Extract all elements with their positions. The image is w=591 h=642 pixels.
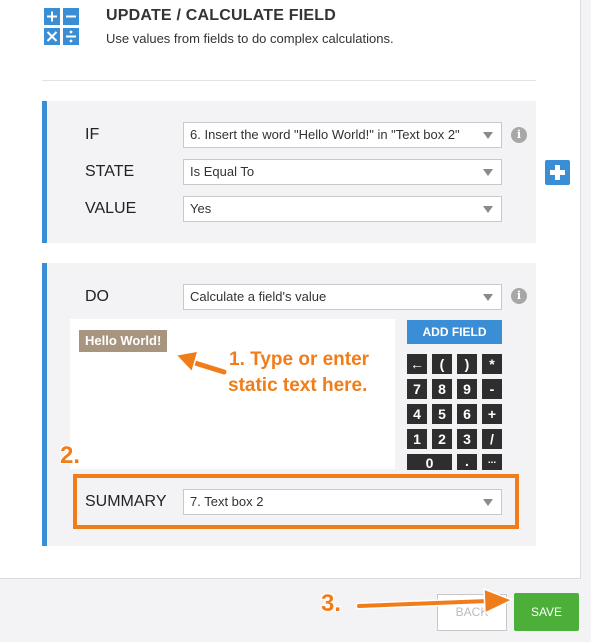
annotation-step3: 3. bbox=[321, 590, 342, 617]
page-title: UPDATE / CALCULATE FIELD bbox=[106, 7, 336, 24]
value-select[interactable]: Yes bbox=[183, 196, 502, 222]
key-6[interactable]: 6 bbox=[457, 404, 477, 424]
add-condition-button[interactable] bbox=[545, 160, 570, 185]
chevron-down-icon bbox=[483, 206, 493, 213]
key-more[interactable]: ... bbox=[482, 454, 502, 470]
key-4[interactable]: 4 bbox=[407, 404, 427, 424]
do-select[interactable]: Calculate a field's value bbox=[183, 284, 502, 310]
if-select[interactable]: 6. Insert the word "Hello World!" in "Te… bbox=[183, 122, 502, 148]
info-icon[interactable]: i bbox=[511, 288, 527, 304]
key-close-paren[interactable]: ) bbox=[457, 354, 477, 374]
add-field-button[interactable]: ADD FIELD bbox=[407, 320, 502, 344]
back-button[interactable]: BACK bbox=[437, 594, 507, 631]
state-label: STATE bbox=[85, 163, 135, 180]
key-7[interactable]: 7 bbox=[407, 379, 427, 399]
chevron-down-icon bbox=[483, 132, 493, 139]
chevron-down-icon bbox=[483, 294, 493, 301]
state-select-value: Is Equal To bbox=[190, 164, 255, 179]
key-divide[interactable]: / bbox=[482, 429, 502, 449]
calculator-icon bbox=[44, 8, 79, 45]
key-1[interactable]: 1 bbox=[407, 429, 427, 449]
info-icon[interactable]: i bbox=[511, 127, 527, 143]
state-select[interactable]: Is Equal To bbox=[183, 159, 502, 185]
page-subtitle: Use values from fields to do complex cal… bbox=[106, 31, 394, 46]
key-open-paren[interactable]: ( bbox=[432, 354, 452, 374]
annotation-step1-line1: 1. Type or enter bbox=[229, 349, 370, 370]
key-minus[interactable]: - bbox=[482, 379, 502, 399]
key-backspace[interactable]: ← bbox=[407, 354, 427, 374]
value-select-value: Yes bbox=[190, 201, 212, 216]
chevron-down-icon bbox=[483, 169, 493, 176]
key-9[interactable]: 9 bbox=[457, 379, 477, 399]
key-5[interactable]: 5 bbox=[432, 404, 452, 424]
key-multiply[interactable]: * bbox=[482, 354, 502, 374]
do-select-value: Calculate a field's value bbox=[190, 289, 327, 304]
static-text-chip[interactable]: Hello World! bbox=[79, 330, 168, 352]
condition-section: IF 6. Insert the word "Hello World!" in … bbox=[42, 101, 536, 243]
summary-highlight-box bbox=[73, 474, 519, 529]
value-label: VALUE bbox=[85, 200, 137, 217]
if-label: IF bbox=[85, 126, 100, 143]
key-0[interactable]: 0 bbox=[407, 454, 452, 471]
key-decimal[interactable]: . bbox=[457, 454, 477, 470]
key-2[interactable]: 2 bbox=[432, 429, 452, 449]
key-3[interactable]: 3 bbox=[457, 429, 477, 449]
save-button[interactable]: SAVE bbox=[514, 593, 579, 631]
key-8[interactable]: 8 bbox=[432, 379, 452, 399]
header-divider bbox=[42, 80, 536, 81]
if-select-value: 6. Insert the word "Hello World!" in "Te… bbox=[190, 127, 460, 142]
do-label: DO bbox=[85, 288, 109, 305]
annotation-step2: 2. bbox=[60, 442, 81, 469]
key-plus[interactable]: + bbox=[482, 404, 502, 424]
annotation-step1-line2: static text here. bbox=[228, 375, 368, 396]
